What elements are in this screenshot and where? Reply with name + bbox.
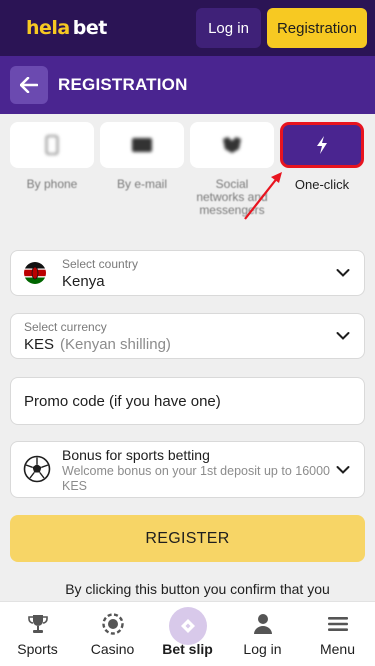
currency-select[interactable]: Select currency KES (Kenyan shilling) — [10, 313, 365, 359]
chevron-down-icon — [336, 332, 350, 340]
bonus-select[interactable]: Bonus for sports betting Welcome bonus o… — [10, 441, 365, 498]
method-card-active[interactable] — [280, 122, 364, 168]
ticket-icon — [180, 619, 195, 633]
country-field-label: Select country — [62, 257, 139, 271]
top-bar: hela bet Log in Registration — [0, 0, 375, 56]
nav-menu[interactable]: Menu — [300, 602, 375, 666]
method-label: One-click — [294, 177, 350, 192]
trophy-icon — [27, 615, 48, 633]
soccer-ball-icon — [23, 455, 51, 483]
nav-label: Log in — [243, 641, 282, 657]
arrow-left-icon — [20, 77, 38, 93]
method-by-email[interactable]: By e-mail — [100, 122, 184, 217]
nav-label: Casino — [90, 641, 135, 657]
nav-sports[interactable]: Sports — [0, 602, 75, 666]
chip-icon — [101, 613, 124, 635]
promo-code-placeholder: Promo code (if you have one) — [24, 393, 221, 410]
method-by-phone[interactable]: By phone — [10, 122, 94, 217]
chevron-down-icon — [336, 465, 350, 474]
country-value: Kenya — [62, 273, 105, 290]
page-title: REGISTRATION — [58, 75, 188, 94]
method-card[interactable] — [190, 122, 274, 168]
method-card[interactable] — [100, 122, 184, 168]
phone-icon — [45, 135, 59, 155]
currency-name: (Kenyan shilling) — [60, 336, 171, 353]
country-select[interactable]: Select country Kenya — [10, 250, 365, 296]
register-button[interactable]: REGISTER — [10, 515, 365, 562]
user-icon — [253, 614, 272, 634]
helabet-logo[interactable]: hela bet — [26, 17, 107, 39]
currency-field-label: Select currency — [24, 320, 107, 334]
lightning-icon — [317, 136, 327, 154]
menu-icon — [327, 617, 348, 631]
login-button[interactable]: Log in — [196, 8, 261, 48]
header-actions: Log in Registration — [196, 8, 367, 48]
nav-log-in[interactable]: Log in — [225, 602, 300, 666]
nav-label: Menu — [319, 641, 356, 657]
bet-slip-circle — [168, 607, 207, 645]
nav-bet-slip[interactable]: Bet slip — [150, 602, 225, 666]
method-label: By phone — [26, 177, 78, 191]
promo-code-field[interactable]: Promo code (if you have one) — [10, 377, 365, 425]
annotation-arrow-icon — [244, 172, 282, 220]
method-one-click[interactable]: One-click — [280, 122, 364, 217]
method-card[interactable] — [10, 122, 94, 168]
method-label: By e-mail — [116, 177, 167, 191]
back-button[interactable] — [10, 66, 48, 104]
nav-casino[interactable]: Casino — [75, 602, 150, 666]
bonus-description: Welcome bonus on your 1st deposit up to … — [62, 464, 330, 493]
chevron-down-icon — [336, 269, 350, 277]
bonus-title: Bonus for sports betting — [62, 447, 210, 463]
registration-method-tabs: By phone By e-mail Social networks and m… — [10, 122, 365, 217]
registration-button[interactable]: Registration — [266, 8, 367, 48]
social-icon — [223, 137, 241, 153]
email-icon — [132, 138, 152, 152]
page-header: REGISTRATION — [0, 56, 375, 114]
currency-code: KES — [24, 336, 55, 353]
nav-label: Sports — [17, 641, 58, 657]
consent-text: By clicking this button you confirm that… — [65, 581, 330, 597]
kenya-flag-icon — [24, 262, 46, 284]
bottom-navigation: Sports Casino Bet slip Log in Menu — [0, 601, 375, 666]
